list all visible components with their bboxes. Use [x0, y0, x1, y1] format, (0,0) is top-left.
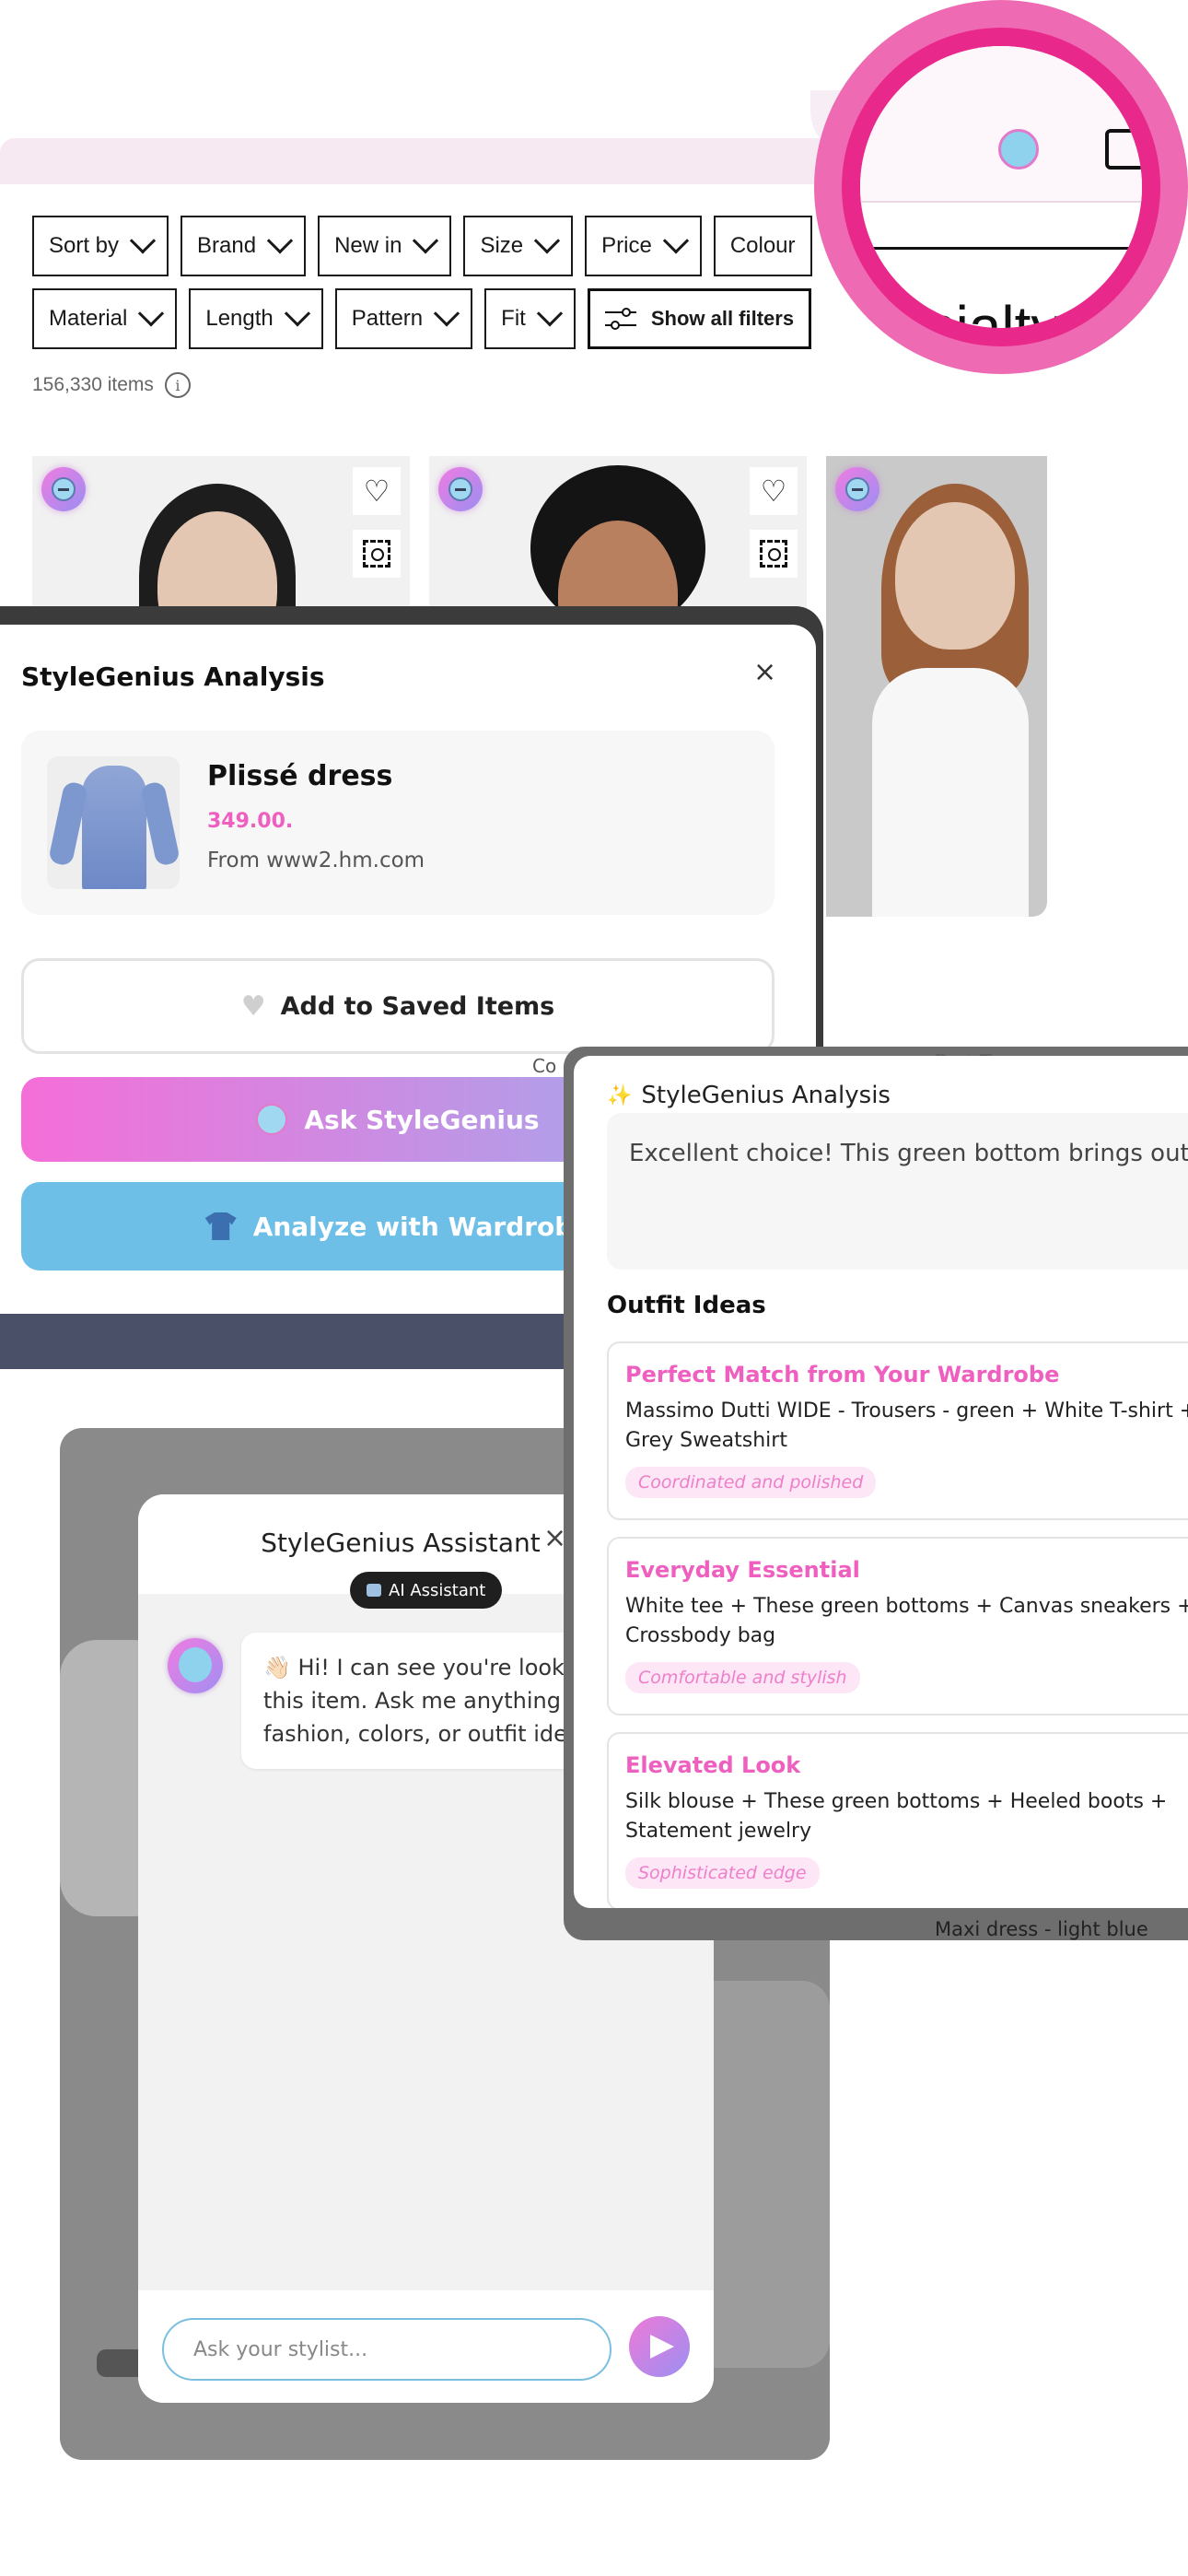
- wardrobe-button-label: Analyze with Wardrobe: [252, 1211, 591, 1242]
- filter-label: Pattern: [351, 306, 424, 331]
- item-count: 156,330 items i: [32, 372, 191, 398]
- heart-icon[interactable]: ♡: [353, 467, 401, 515]
- filter-label: Length: [205, 306, 274, 331]
- visual-search-icon[interactable]: [750, 530, 798, 578]
- filter-label: Colour: [729, 233, 796, 258]
- white-jacket: [872, 668, 1029, 917]
- magnified-text: ecialty si: [893, 294, 1120, 328]
- chevron-down-icon: [138, 300, 165, 327]
- chat-input-bar: [138, 2290, 714, 2403]
- chevron-down-icon: [284, 300, 310, 327]
- outfit-idea-card[interactable]: Everyday Essential White tee + These gre…: [607, 1537, 1188, 1715]
- analysis-summary: Excellent choice! This green bottom brin…: [607, 1113, 1188, 1270]
- filter-price[interactable]: Price: [585, 216, 702, 276]
- product-source: From www2.hm.com: [207, 849, 425, 872]
- stylegenius-avatar-icon: [256, 1104, 288, 1135]
- filter-label: Price: [601, 233, 652, 258]
- filter-sort-by[interactable]: Sort by: [32, 216, 169, 276]
- outfit-idea-card[interactable]: Elevated Look Silk blouse + These green …: [607, 1732, 1188, 1908]
- panel-title: StyleGenius Analysis: [641, 1082, 891, 1109]
- close-icon[interactable]: ×: [753, 656, 776, 688]
- idea-title: Perfect Match from Your Wardrobe: [625, 1362, 1060, 1388]
- product-card[interactable]: [826, 456, 1047, 917]
- chevron-down-icon: [533, 228, 561, 254]
- idea-body: Silk blouse + These green bottoms + Heel…: [625, 1790, 1168, 1843]
- white-heart-icon: ♥: [240, 989, 266, 1023]
- chevron-down-icon: [434, 300, 460, 327]
- stylegenius-analysis-panel: ✨ StyleGenius Analysis Excellent choice!…: [574, 1056, 1188, 1908]
- ask-button-label: Ask StyleGenius: [304, 1104, 540, 1135]
- robot-icon: [367, 1584, 381, 1597]
- filter-pattern[interactable]: Pattern: [334, 288, 473, 349]
- model-face: [895, 502, 1015, 650]
- info-icon[interactable]: i: [164, 372, 191, 398]
- visual-search-icon[interactable]: [353, 530, 401, 578]
- idea-title: Everyday Essential: [625, 1557, 860, 1583]
- magnifier-lens: ecialty si: [860, 46, 1142, 328]
- chevron-down-icon: [266, 228, 294, 254]
- filter-label: New in: [334, 233, 402, 258]
- item-count-label: 156,330 items: [32, 374, 154, 395]
- panel-header: ✨ StyleGenius Analysis: [607, 1082, 891, 1109]
- save-button-label: Add to Saved Items: [280, 991, 555, 1021]
- outfit-idea-card[interactable]: Perfect Match from Your Wardrobe Massimo…: [607, 1341, 1188, 1520]
- stylegenius-extension-icon[interactable]: [998, 129, 1039, 170]
- add-to-saved-items-button[interactable]: ♥ Add to Saved Items: [21, 958, 775, 1054]
- idea-title: Elevated Look: [625, 1752, 801, 1778]
- chevron-down-icon: [536, 300, 563, 327]
- idea-body: White tee + These green bottoms + Canvas…: [625, 1595, 1188, 1647]
- stylegenius-badge-icon[interactable]: [438, 467, 483, 511]
- ai-assistant-badge: AI Assistant: [350, 1572, 503, 1609]
- filter-colour[interactable]: Colour: [713, 216, 812, 276]
- chevron-down-icon: [662, 228, 689, 254]
- filter-brand[interactable]: Brand: [181, 216, 307, 276]
- filter-size[interactable]: Size: [463, 216, 574, 276]
- magnifier-callout: ecialty si: [814, 0, 1188, 374]
- background-text: Co: [532, 1055, 557, 1077]
- product-name: Plissé dress: [207, 760, 393, 792]
- idea-body: Massimo Dutti WIDE - Trousers - green + …: [625, 1399, 1188, 1452]
- heart-icon[interactable]: ♡: [750, 467, 798, 515]
- chevron-down-icon: [413, 228, 439, 254]
- filter-material[interactable]: Material: [32, 288, 178, 349]
- stylegenius-badge-icon[interactable]: [41, 467, 86, 511]
- filter-fit[interactable]: Fit: [484, 288, 576, 349]
- chevron-down-icon: [129, 228, 157, 254]
- assistant-avatar: [168, 1638, 223, 1693]
- filter-label: Fit: [501, 306, 526, 331]
- send-icon: [650, 2335, 674, 2359]
- filter-label: Sort by: [49, 233, 120, 258]
- sliders-icon: [604, 308, 636, 330]
- chat-input[interactable]: [162, 2318, 611, 2381]
- product-thumbnail: [47, 756, 180, 889]
- product-summary: Plissé dress 349.00. From www2.hm.com: [21, 731, 775, 915]
- extensions-puzzle-icon[interactable]: [1105, 129, 1142, 170]
- idea-tag: Coordinated and polished: [625, 1467, 877, 1498]
- product-price: 349.00.: [207, 810, 294, 833]
- idea-tag: Comfortable and stylish: [625, 1662, 860, 1693]
- modal-title: StyleGenius Analysis: [21, 662, 325, 692]
- send-button[interactable]: [629, 2316, 690, 2377]
- sparkle-icon: ✨: [607, 1083, 633, 1107]
- shirt-icon: [204, 1212, 237, 1240]
- stylegenius-badge-icon[interactable]: [835, 467, 879, 511]
- filter-label: Brand: [197, 233, 257, 258]
- show-all-filters-button[interactable]: Show all filters: [587, 288, 812, 349]
- filter-length[interactable]: Length: [189, 288, 323, 349]
- outfit-ideas-heading: Outfit Ideas: [607, 1292, 766, 1319]
- idea-tag: Sophisticated edge: [625, 1857, 820, 1889]
- filter-label: Size: [480, 233, 524, 258]
- filter-label: Material: [49, 306, 128, 331]
- show-all-filters-label: Show all filters: [650, 307, 795, 330]
- ai-badge-label: AI Assistant: [389, 1580, 486, 1600]
- filter-new-in[interactable]: New in: [318, 216, 452, 276]
- background-text: Maxi dress - light blue: [935, 1918, 1148, 1940]
